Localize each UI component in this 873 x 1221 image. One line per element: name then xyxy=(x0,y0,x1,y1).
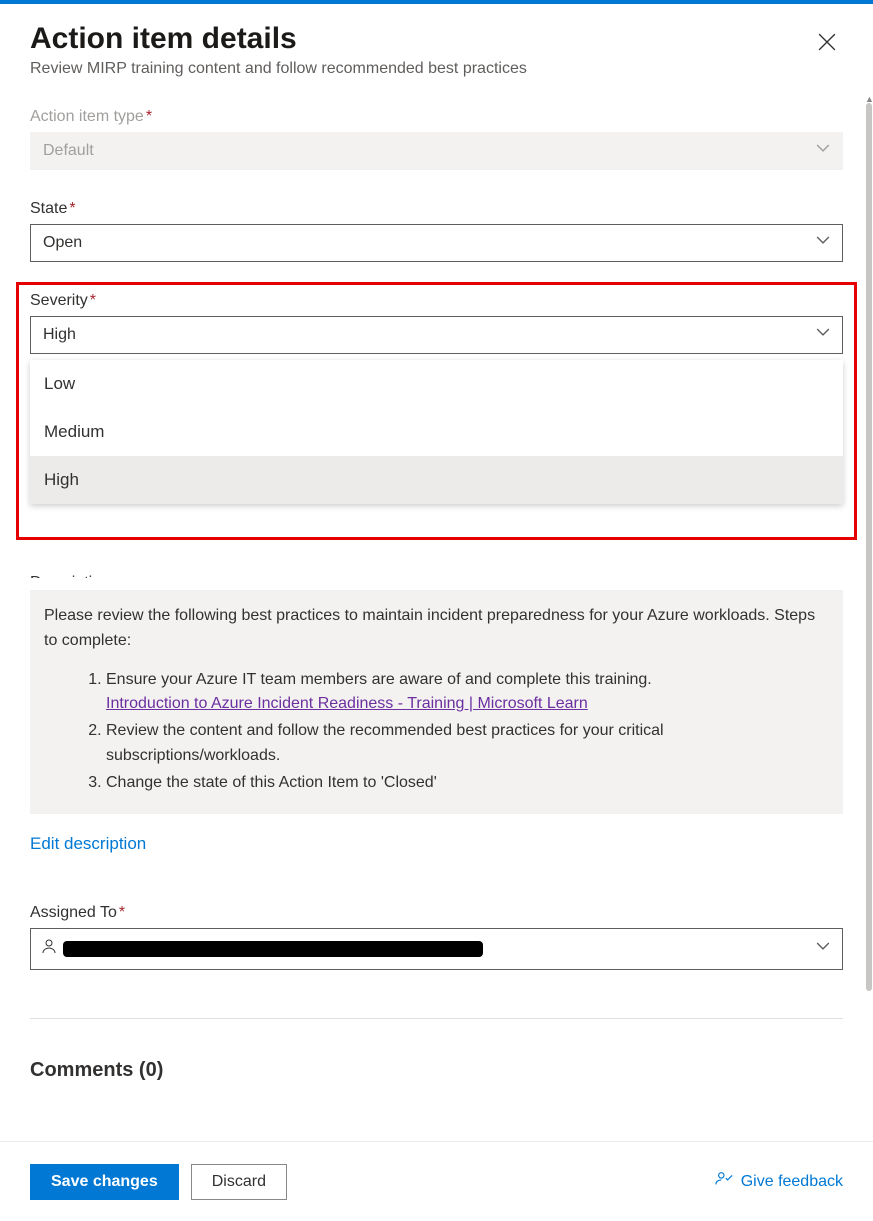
field-assigned-to: Assigned To* xyxy=(30,904,843,970)
edit-description-link[interactable]: Edit description xyxy=(30,834,146,854)
dropdown-severity-list: Low Medium High xyxy=(30,360,843,504)
label-assigned-to: Assigned To* xyxy=(30,904,843,922)
page-subtitle: Review MIRP training content and follow … xyxy=(30,60,527,78)
label-severity: Severity* xyxy=(30,292,843,310)
feedback-icon xyxy=(715,1170,741,1193)
scrollbar-thumb[interactable] xyxy=(866,103,872,991)
dropdown-severity[interactable]: High xyxy=(30,316,843,354)
description-intro: Please review the following best practic… xyxy=(44,604,829,654)
severity-option-low[interactable]: Low xyxy=(30,360,843,408)
required-asterisk: * xyxy=(146,108,152,125)
label-description-obscured: Description xyxy=(30,574,843,578)
save-changes-button[interactable]: Save changes xyxy=(30,1164,179,1200)
chevron-down-icon xyxy=(816,142,830,161)
section-divider xyxy=(30,1018,843,1019)
panel-header: Action item details Review MIRP training… xyxy=(30,4,843,78)
discard-button[interactable]: Discard xyxy=(191,1164,287,1200)
training-link[interactable]: Introduction to Azure Incident Readiness… xyxy=(106,695,588,712)
comments-heading: Comments (0) xyxy=(30,1059,843,1082)
scrollbar[interactable]: ▲ xyxy=(865,95,873,1120)
person-icon xyxy=(41,938,57,959)
close-button[interactable] xyxy=(811,28,843,60)
give-feedback-link[interactable]: Give feedback xyxy=(715,1170,843,1193)
give-feedback-label: Give feedback xyxy=(741,1173,843,1191)
chevron-down-icon xyxy=(816,939,830,958)
dropdown-state[interactable]: Open xyxy=(30,224,843,262)
dropdown-action-item-type: Default xyxy=(30,132,843,170)
field-severity: Severity* High Low Medium High xyxy=(30,292,843,354)
dropdown-severity-value: High xyxy=(43,326,76,344)
description-step-2: Review the content and follow the recomm… xyxy=(106,719,829,769)
field-action-item-type: Action item type* Default xyxy=(30,108,843,170)
chevron-down-icon xyxy=(816,234,830,253)
page-title: Action item details xyxy=(30,22,527,56)
label-action-item-type: Action item type* xyxy=(30,108,843,126)
dropdown-assigned-to[interactable] xyxy=(30,928,843,970)
required-asterisk: * xyxy=(90,292,96,309)
severity-option-high[interactable]: High xyxy=(30,456,843,504)
required-asterisk: * xyxy=(69,200,75,217)
required-asterisk: * xyxy=(119,904,125,921)
dropdown-state-value: Open xyxy=(43,234,82,252)
assigned-to-value-redacted xyxy=(63,941,483,957)
severity-option-medium[interactable]: Medium xyxy=(30,408,843,456)
description-box: Please review the following best practic… xyxy=(30,590,843,814)
dropdown-action-item-type-value: Default xyxy=(43,142,94,160)
description-step-3: Change the state of this Action Item to … xyxy=(106,771,829,796)
chevron-down-icon xyxy=(816,326,830,345)
action-item-panel: Action item details Review MIRP training… xyxy=(0,4,873,1082)
field-state: State* Open xyxy=(30,200,843,262)
description-steps: Ensure your Azure IT team members are aw… xyxy=(44,668,829,796)
footer-bar: Save changes Discard Give feedback xyxy=(0,1141,873,1221)
form-content: Action item type* Default State* Open xyxy=(30,108,843,1082)
close-icon xyxy=(818,33,836,56)
description-step-1: Ensure your Azure IT team members are aw… xyxy=(106,668,829,718)
scroll-up-arrow-icon[interactable]: ▲ xyxy=(865,95,873,103)
header-texts: Action item details Review MIRP training… xyxy=(30,22,527,78)
label-state: State* xyxy=(30,200,843,218)
